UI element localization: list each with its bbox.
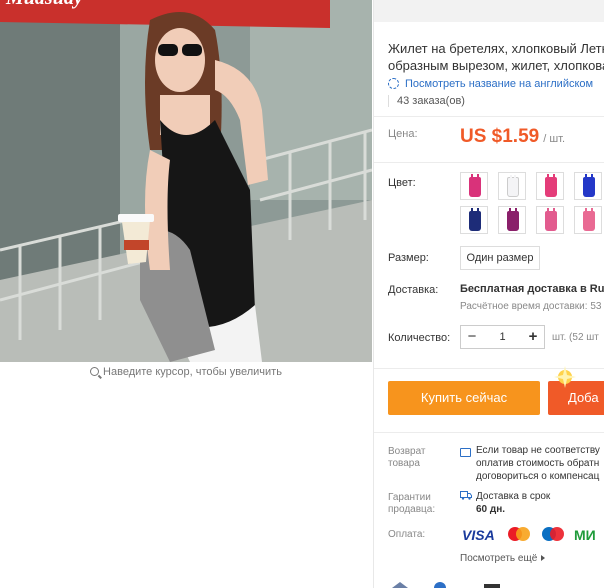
mir-logo: МИ	[574, 527, 596, 543]
guarantee-text: Доставка в срок 60 дн.	[476, 490, 550, 516]
price-unit: / шт.	[543, 133, 566, 145]
color-swatch-pink[interactable]	[536, 206, 564, 234]
color-swatch-rose[interactable]	[460, 172, 488, 200]
payment-label: Оплата:	[388, 529, 426, 540]
top-strip	[374, 0, 604, 22]
bottom-icons	[392, 582, 500, 588]
product-image[interactable]: Mudsuay	[0, 0, 372, 362]
color-swatch-light-pink[interactable]	[574, 206, 602, 234]
truck-icon	[460, 491, 472, 500]
size-label: Размер:	[388, 252, 429, 264]
zoom-hint: Наведите курсор, чтобы увеличить	[0, 366, 372, 378]
orders-count: 43 заказа(ов)	[388, 95, 465, 107]
quantity-decrease-button[interactable]: −	[461, 326, 483, 348]
color-swatch-navy[interactable]	[460, 206, 488, 234]
buy-now-button[interactable]: Купить сейчас	[388, 381, 540, 415]
guarantee-label-line-2: продавца:	[388, 504, 436, 515]
sparkle-icon	[554, 366, 576, 388]
product-title-line-2: образным вырезом, жилет, хлопкова	[388, 58, 604, 73]
quantity-label: Количество:	[388, 332, 451, 344]
divider	[374, 162, 604, 163]
shield-icon	[392, 582, 408, 588]
returns-icon	[460, 448, 471, 457]
visa-logo: VISA	[462, 527, 495, 543]
product-page: Mudsuay Наведите курсор, чтобы увеличить…	[0, 0, 604, 588]
quantity-available: шт. (52 шт	[552, 332, 599, 343]
free-shipping-text[interactable]: Бесплатная доставка в Russ	[460, 283, 604, 295]
returns-text-line-2: оплатив стоимость обратн	[476, 458, 600, 469]
returns-label-line-2: товара	[388, 458, 420, 469]
badge-icon	[434, 582, 446, 588]
product-title: Жилет на бретелях, хлопковый Летн образн…	[388, 40, 604, 74]
quantity-input[interactable]: 1	[483, 326, 522, 348]
product-photo-illustration: Mudsuay	[0, 0, 372, 362]
shipping-label: Доставка:	[388, 284, 439, 296]
price-label: Цена:	[388, 128, 418, 140]
price-value: US $1.59	[460, 126, 540, 147]
watermark-text: Mudsuay	[5, 0, 83, 9]
returns-label-line-1: Возврат	[388, 446, 426, 457]
returns-text-line-1: Если товар не соответству	[476, 445, 600, 456]
info-icon	[484, 584, 500, 588]
color-label: Цвет:	[388, 177, 416, 189]
magnifier-icon	[90, 367, 100, 376]
color-swatch-white[interactable]	[498, 172, 526, 200]
more-payment-link[interactable]: Посмотреть ещё	[460, 553, 546, 564]
color-swatch-purple[interactable]	[498, 206, 526, 234]
maestro-logo-icon	[542, 527, 564, 541]
guarantee-text-line-1: Доставка в срок	[476, 491, 551, 502]
product-title-line-1: Жилет на бретелях, хлопковый Летн	[388, 41, 604, 56]
color-swatch-pink-red[interactable]	[536, 172, 564, 200]
quantity-stepper: − 1 +	[460, 325, 545, 349]
translate-icon	[388, 78, 399, 89]
translate-link-text: Посмотреть название на английском	[405, 78, 594, 90]
zoom-hint-text: Наведите курсор, чтобы увеличить	[103, 366, 282, 378]
translate-title-link[interactable]: Посмотреть название на английском	[388, 78, 593, 90]
divider	[374, 432, 604, 433]
divider	[374, 116, 604, 117]
quantity-increase-button[interactable]: +	[522, 326, 544, 348]
returns-text-line-3: договориться о компенсац	[476, 471, 600, 482]
mastercard-logo-icon	[508, 527, 530, 541]
color-swatch-blue[interactable]	[574, 172, 602, 200]
delivery-time-text: Расчётное время доставки: 53	[460, 301, 602, 312]
guarantee-text-line-2: 60 дн.	[476, 504, 506, 515]
returns-label: Возврат товара	[388, 446, 426, 470]
price: US $1.59/ шт.	[460, 126, 565, 148]
guarantee-label: Гарантии продавца:	[388, 492, 435, 516]
arrow-right-icon	[541, 555, 546, 561]
more-payment-text: Посмотреть ещё	[460, 553, 538, 564]
product-details: Жилет на бретелях, хлопковый Летн образн…	[374, 0, 604, 588]
size-option-one-size[interactable]: Один размер	[460, 246, 540, 270]
guarantee-label-line-1: Гарантии	[388, 492, 431, 503]
returns-text: Если товар не соответству оплатив стоимо…	[476, 444, 600, 483]
